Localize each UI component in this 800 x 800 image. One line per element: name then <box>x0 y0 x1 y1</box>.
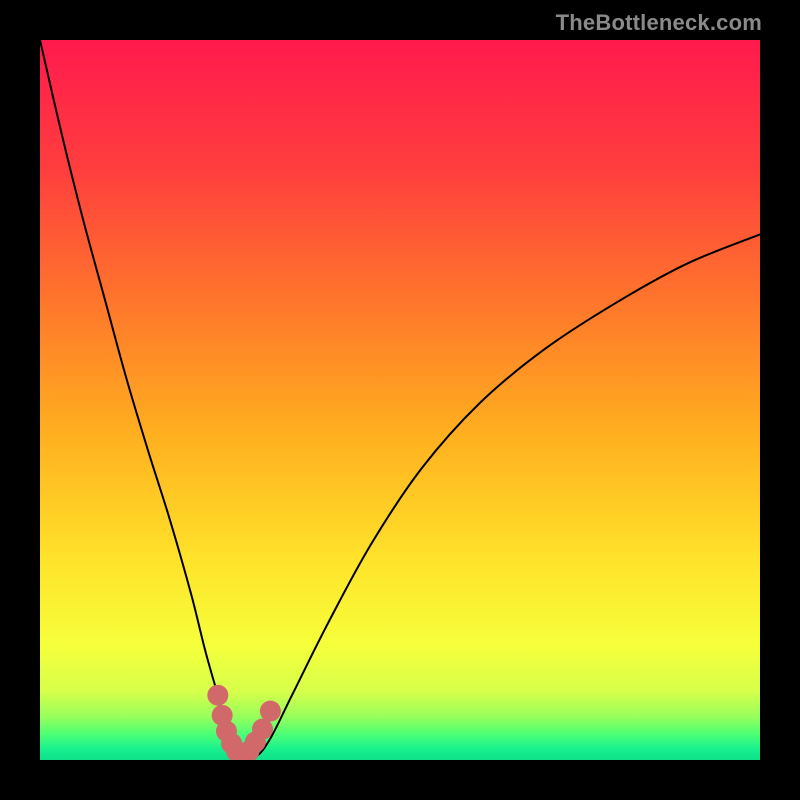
plot-area <box>40 40 760 760</box>
chart-frame: TheBottleneck.com <box>0 0 800 800</box>
min-marker <box>252 719 273 740</box>
min-marker <box>207 685 228 706</box>
min-marker <box>260 701 281 722</box>
gradient-background <box>40 40 760 760</box>
chart-svg <box>40 40 760 760</box>
watermark-text: TheBottleneck.com <box>556 10 762 36</box>
